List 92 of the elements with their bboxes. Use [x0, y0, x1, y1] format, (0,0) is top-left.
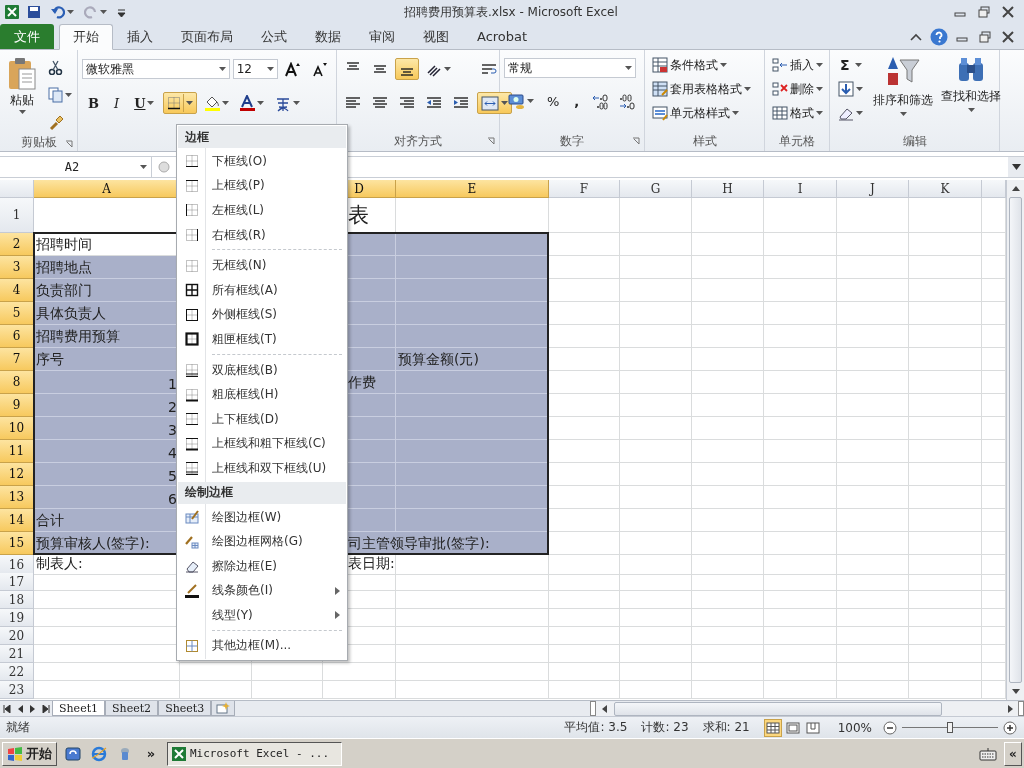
ribbon-tab[interactable]: 数据: [301, 24, 355, 49]
ribbon-tab[interactable]: Acrobat: [463, 24, 542, 49]
menu-item[interactable]: 下框线(O): [178, 149, 346, 174]
average-text: 平均值: 3.5: [564, 719, 628, 736]
menu-item[interactable]: 绘图边框(W): [178, 504, 346, 530]
column-header[interactable]: I: [764, 180, 837, 198]
row-header[interactable]: 9: [0, 394, 34, 417]
font-name-dropdown[interactable]: 微软雅黑: [82, 59, 230, 79]
ribbon-tab[interactable]: 公式: [247, 24, 301, 49]
group-label: 编辑: [902, 132, 927, 150]
column-header[interactable]: J: [837, 180, 909, 198]
menu-item[interactable]: 上框线和粗下框线(C): [178, 431, 346, 457]
autosum-button[interactable]: Σ: [834, 54, 867, 76]
row-header[interactable]: 10: [0, 417, 34, 440]
font-size-dropdown[interactable]: 12: [232, 59, 278, 79]
delete-cells-button[interactable]: 删除: [769, 78, 825, 100]
paste-button[interactable]: 粘贴: [4, 54, 40, 134]
column-header[interactable]: G: [620, 180, 692, 198]
group-label: 对齐方式: [394, 132, 442, 150]
format-cells-button[interactable]: 格式: [769, 102, 825, 124]
sort-filter-button[interactable]: 排序和筛选: [871, 54, 935, 126]
status-text: 就绪: [6, 719, 30, 736]
comma-style-button[interactable]: ,: [568, 90, 586, 112]
sheet-tab[interactable]: Sheet1: [52, 701, 106, 716]
menu-item[interactable]: 线型(Y): [178, 603, 346, 628]
menu-item[interactable]: 上下框线(D): [178, 406, 346, 432]
count-text: 计数: 23: [641, 719, 689, 736]
window-title: 招聘费用预算表.xlsx - Microsoft Excel: [403, 3, 619, 21]
percent-button[interactable]: %: [541, 90, 566, 112]
insert-cells-button[interactable]: 插入: [769, 54, 825, 76]
menu-item[interactable]: 上框线和双下框线(U): [178, 456, 346, 481]
row-header[interactable]: 22: [0, 663, 34, 681]
row-header[interactable]: 14: [0, 509, 34, 532]
row-header[interactable]: 15: [0, 532, 34, 555]
ribbon-tab[interactable]: 页面布局: [167, 24, 247, 49]
ribbon-tab[interactable]: 插入: [113, 24, 167, 49]
table-cell: 预算金额(元): [396, 348, 549, 371]
row-header[interactable]: 20: [0, 627, 34, 645]
menu-section-header: 绘制边框: [178, 481, 346, 504]
excel-task-button[interactable]: Microsoft Excel - ...: [167, 741, 342, 766]
row-header[interactable]: 11: [0, 440, 34, 463]
menu-item[interactable]: 无框线(N): [178, 253, 346, 278]
format-as-table-button[interactable]: 套用表格格式: [649, 78, 760, 100]
row-header[interactable]: 5: [0, 302, 34, 325]
sheet-tab[interactable]: Sheet3: [158, 701, 212, 716]
start-button[interactable]: 开始: [2, 741, 57, 766]
column-header[interactable]: K: [909, 180, 982, 198]
row-header[interactable]: 2: [0, 233, 34, 256]
row-header[interactable]: 16: [0, 555, 34, 575]
menu-item[interactable]: 外侧框线(S): [178, 302, 346, 328]
zoom-level-text: 100%: [837, 720, 872, 735]
cell-styles-button[interactable]: 单元格样式: [649, 102, 760, 124]
number-format-dropdown[interactable]: 常规: [504, 58, 636, 78]
group-label: 单元格: [779, 132, 815, 150]
menu-item[interactable]: 所有框线(A): [178, 277, 346, 303]
row-header[interactable]: 21: [0, 645, 34, 663]
row-header[interactable]: 3: [0, 256, 34, 279]
sum-text: 求和: 21: [702, 719, 750, 736]
menu-item[interactable]: 粗匣框线(T): [178, 327, 346, 352]
menu-item[interactable]: 其他边框(M)...: [178, 633, 346, 659]
row-header[interactable]: 17: [0, 573, 34, 591]
menu-section-header: 边框: [178, 126, 346, 148]
group-label: 剪贴板: [20, 134, 57, 151]
sheet-tab[interactable]: Sheet2: [105, 701, 159, 716]
tray-toggle-button[interactable]: «: [1004, 741, 1022, 766]
column-header[interactable]: F: [549, 180, 620, 198]
italic-button[interactable]: I: [108, 92, 126, 114]
underline-button[interactable]: U: [128, 92, 161, 114]
find-select-button[interactable]: 查找和选择: [939, 54, 1003, 126]
row-header[interactable]: 23: [0, 681, 34, 699]
row-header[interactable]: 6: [0, 325, 34, 348]
menu-item[interactable]: 线条颜色(I): [178, 578, 346, 604]
bold-button[interactable]: B: [82, 92, 105, 114]
row-header[interactable]: 4: [0, 279, 34, 302]
conditional-formatting-button[interactable]: 条件格式: [649, 54, 760, 76]
row-header[interactable]: 12: [0, 463, 34, 486]
ribbon-tab[interactable]: 视图: [409, 24, 463, 49]
file-menu-button[interactable]: 文件: [0, 24, 54, 49]
row-header[interactable]: 13: [0, 486, 34, 509]
column-header[interactable]: H: [692, 180, 764, 198]
group-label: 数字: [560, 132, 584, 150]
row-header[interactable]: 7: [0, 348, 34, 371]
more-quick-launch-button[interactable]: »: [141, 742, 161, 765]
group-label: 样式: [692, 132, 717, 150]
ribbon-tab[interactable]: 审阅: [355, 24, 409, 49]
row-header[interactable]: 19: [0, 609, 34, 627]
row-header[interactable]: 18: [0, 591, 34, 609]
column-header[interactable]: E: [396, 180, 549, 198]
name-box[interactable]: A2: [0, 157, 152, 177]
row-header[interactable]: 8: [0, 371, 34, 394]
row-header[interactable]: 1: [0, 198, 34, 233]
ribbon-tab[interactable]: 开始: [59, 24, 113, 50]
